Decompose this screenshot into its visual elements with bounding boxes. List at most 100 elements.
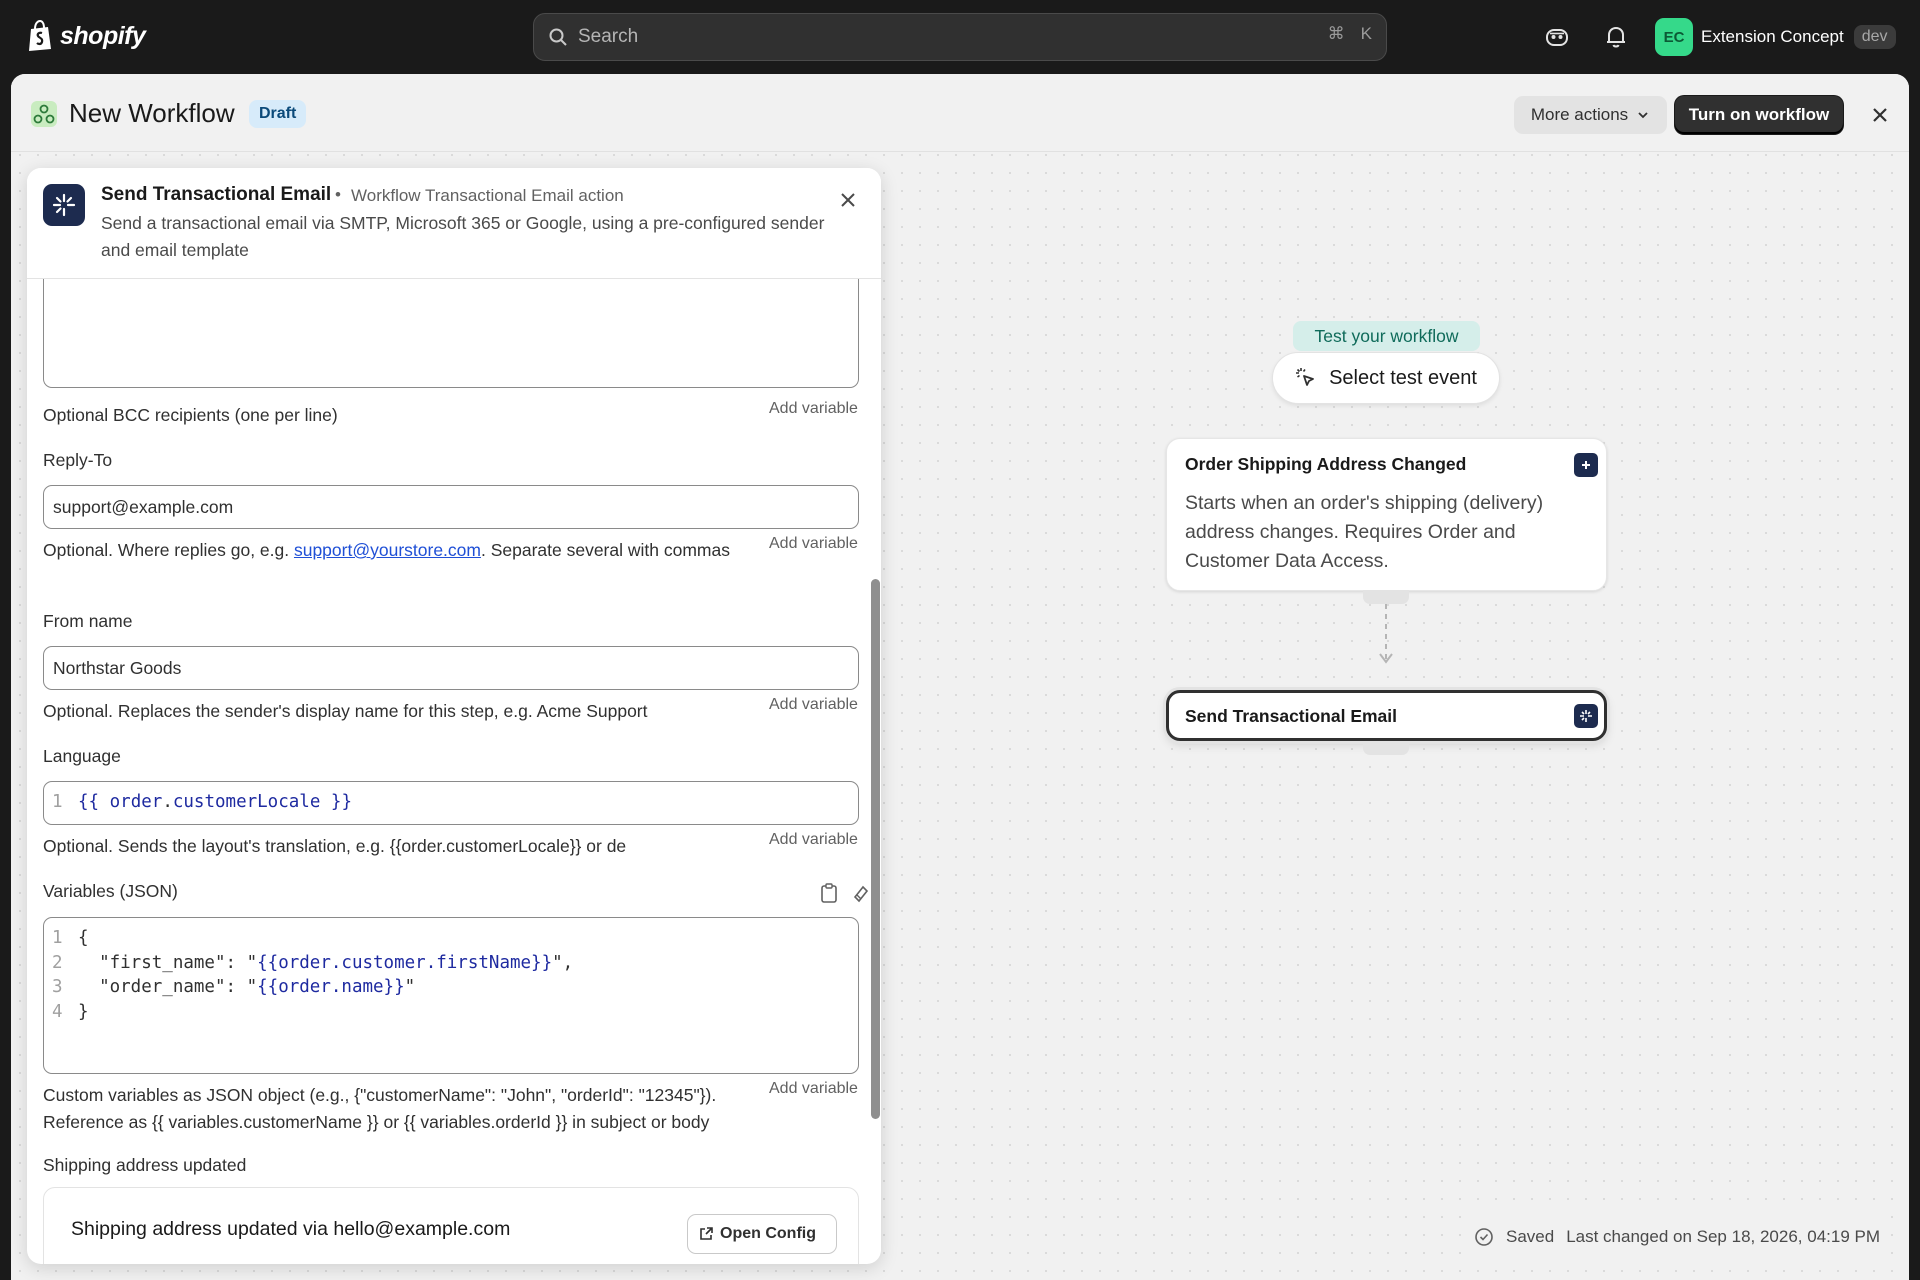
search-bar[interactable]: Search ⌘ K (533, 13, 1387, 61)
shipping-card-text: Shipping address updated via hello@examp… (71, 1218, 511, 1240)
account-name: Extension Concept (1701, 27, 1844, 46)
select-test-event-label: Select test event (1329, 366, 1477, 389)
code-end: " (404, 977, 416, 997)
language-label: Language (43, 746, 121, 766)
external-link-icon (700, 1227, 713, 1240)
code-line: 2 "first_name": "{{order.customer.firstN… (52, 951, 573, 976)
code-template: {{order.customer.firstName}} (257, 952, 553, 973)
reply-to-input[interactable]: support@example.com (43, 485, 859, 529)
more-actions-button[interactable]: More actions (1514, 96, 1667, 134)
brand-name: shopify (60, 21, 146, 50)
panel-subtitle: Workflow Transactional Email action (351, 186, 624, 205)
trigger-title: Order Shipping Address Changed (1185, 454, 1467, 474)
clipboard-icon[interactable] (820, 883, 838, 903)
sidekick-icon[interactable] (1544, 24, 1570, 50)
add-variable-link[interactable]: Add variable (769, 1080, 858, 1098)
email-action-icon (1574, 704, 1598, 728)
shortcut-key: K (1360, 24, 1372, 43)
reply-to-help: Optional. Where replies go, e.g. support… (43, 537, 763, 564)
search-icon (549, 28, 567, 46)
trigger-plus-icon (1574, 453, 1598, 477)
variables-help: Custom variables as JSON object (e.g., {… (43, 1085, 717, 1132)
close-icon[interactable] (837, 189, 859, 211)
shopify-logo[interactable]: shopify (26, 20, 146, 52)
language-code-input[interactable]: 1 {{ order.customerLocale }} (43, 781, 859, 825)
status-badge: Draft (249, 100, 307, 128)
add-variable-link[interactable]: Add variable (769, 535, 858, 553)
reply-to-help-prefix: Optional. Where replies go, e.g. (43, 540, 294, 560)
search-shortcut: ⌘ K (1328, 24, 1372, 44)
language-help: Optional. Sends the layout's translation… (43, 836, 627, 856)
variables-json-editor[interactable]: 1{2 "first_name": "{{order.customer.firs… (43, 917, 859, 1074)
code-text: } (78, 1001, 89, 1022)
notification-bell-icon[interactable] (1603, 24, 1629, 50)
code-line: 3 "order_name": "{{order.name}}" (52, 975, 573, 1000)
code-line: 1{ (52, 926, 573, 951)
workflow-header: New Workflow Draft More actions Turn on … (11, 74, 1909, 152)
line-number: 1 (52, 792, 63, 812)
add-variable-link[interactable]: Add variable (769, 696, 858, 714)
cursor-click-icon (1296, 368, 1314, 386)
language-code: 1 {{ order.customerLocale }} (52, 792, 352, 812)
json-code: 1{2 "first_name": "{{order.customer.firs… (52, 926, 573, 1024)
reply-to-value: support@example.com (53, 497, 234, 517)
workflow-app-icon (31, 101, 57, 127)
panel-title: Send Transactional Email (101, 184, 332, 205)
top-bar: shopify Search ⌘ K EC Extension Concept … (0, 0, 1920, 74)
tpl-var-obj: order (109, 792, 163, 812)
code-template: {{order.name}} (257, 977, 405, 997)
open-config-button[interactable]: Open Config (687, 1214, 837, 1254)
turn-on-workflow-button[interactable]: Turn on workflow (1675, 96, 1843, 134)
line-number: 4 (52, 1001, 63, 1022)
line-number: 3 (52, 977, 63, 997)
workflow-title[interactable]: New Workflow (69, 98, 235, 129)
account-menu[interactable]: EC Extension Concept dev (1655, 18, 1896, 56)
shopify-bag-icon (29, 20, 51, 51)
from-name-help: Optional. Replaces the sender's display … (43, 701, 648, 721)
select-test-event-button[interactable]: Select test event (1272, 352, 1500, 404)
panel-header: Send Transactional Email • Workflow Tran… (27, 168, 881, 279)
add-variable-link[interactable]: Add variable (769, 831, 858, 849)
panel-form: Optional BCC recipients (one per line) A… (27, 279, 881, 1264)
action-output-port[interactable] (1363, 741, 1409, 755)
code-line: 4} (52, 1000, 573, 1025)
trigger-output-port[interactable] (1363, 590, 1409, 604)
tpl-close: }} (330, 792, 352, 812)
workflow-editor: New Workflow Draft More actions Turn on … (11, 74, 1909, 1280)
close-icon[interactable] (1868, 103, 1892, 127)
code-key: "order_name": " (78, 977, 258, 997)
code-end: ", (552, 952, 574, 973)
tpl-open: {{ (78, 792, 100, 812)
from-name-input[interactable]: Northstar Goods (43, 646, 859, 690)
code-key: "first_name": " (78, 952, 258, 973)
check-circle-icon (1475, 1228, 1493, 1246)
trigger-node[interactable]: Order Shipping Address Changed Starts wh… (1166, 438, 1607, 591)
trigger-description: Starts when an order's shipping (deliver… (1185, 492, 1544, 572)
reply-to-help-suffix: . Separate several with commas (480, 540, 730, 560)
scrollbar-thumb[interactable] (871, 579, 880, 1119)
bcc-textarea[interactable] (43, 279, 859, 388)
support-email-link[interactable]: support@yourstore.com (294, 540, 481, 560)
open-config-label: Open Config (720, 1225, 816, 1242)
code-text: { (78, 928, 89, 948)
from-name-label: From name (43, 611, 133, 631)
tpl-var-prop: customerLocale (172, 792, 321, 812)
format-brush-icon[interactable] (851, 883, 871, 903)
variables-label: Variables (JSON) (43, 881, 178, 901)
panel-description: Send a transactional email via SMTP, Mic… (101, 213, 825, 260)
title-separator: • (335, 185, 341, 204)
from-name-value: Northstar Goods (53, 658, 182, 678)
shortcut-mod: ⌘ (1327, 24, 1345, 43)
action-node[interactable]: Send Transactional Email (1166, 690, 1607, 741)
connector-arrow (1379, 604, 1393, 664)
panel-scrollbar[interactable] (870, 579, 881, 1119)
account-avatar: EC (1655, 18, 1693, 56)
action-title: Send Transactional Email (1185, 706, 1398, 726)
search-placeholder: Search (578, 26, 639, 47)
add-variable-link[interactable]: Add variable (769, 400, 858, 418)
shipping-card: Shipping address updated via hello@examp… (43, 1187, 859, 1264)
email-action-icon (43, 184, 85, 226)
tpl-dot: . (162, 792, 173, 812)
shipping-section-label: Shipping address updated (43, 1155, 247, 1175)
bcc-help: Optional BCC recipients (one per line) (43, 405, 338, 425)
